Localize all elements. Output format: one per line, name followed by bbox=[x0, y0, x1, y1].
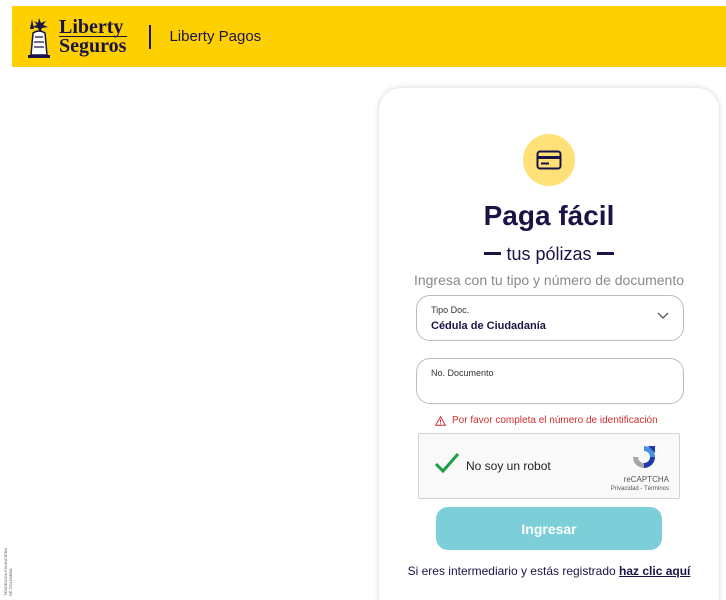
warning-icon bbox=[435, 415, 446, 426]
document-number-input[interactable] bbox=[430, 381, 670, 397]
header-divider bbox=[149, 24, 152, 49]
header-title: Liberty Pagos bbox=[169, 28, 262, 45]
dash-right bbox=[596, 251, 614, 255]
credit-card-icon bbox=[523, 134, 575, 186]
page-title: Paga fácil bbox=[483, 200, 615, 231]
intermediary-note: Si eres intermediario y estás registrado… bbox=[379, 564, 719, 578]
submit-button[interactable]: Ingresar bbox=[436, 507, 662, 550]
document-number-field[interactable]: No. Documento bbox=[416, 358, 684, 404]
document-type-label: Tipo Doc. bbox=[431, 305, 470, 315]
top-header: Liberty Seguros Liberty Pagos bbox=[12, 6, 726, 67]
validation-error: Por favor completa el número de identifi… bbox=[435, 415, 658, 426]
logo-text-seguros: Seguros bbox=[59, 35, 127, 57]
page-subtitle: tus pólizas bbox=[379, 244, 719, 265]
document-type-select[interactable]: Tipo Doc. Cédula de Ciudadanía bbox=[416, 295, 684, 341]
instructions-text: Ingresa con tu tipo y número de document… bbox=[413, 272, 685, 288]
intermediary-note-text: Si eres intermediario y estás registrado bbox=[407, 564, 620, 578]
recaptcha-widget[interactable]: No soy un robot reCAPTCHA Privacidad - T… bbox=[418, 433, 680, 499]
dash-left bbox=[484, 251, 502, 255]
recaptcha-label: No soy un robot bbox=[466, 459, 551, 473]
document-number-label: No. Documento bbox=[431, 368, 494, 378]
payment-login-card: Paga fácil tus pólizas Ingresa con tu ti… bbox=[379, 88, 719, 600]
subtitle-text: tus pólizas bbox=[506, 244, 592, 264]
chevron-down-icon bbox=[657, 312, 669, 319]
validation-error-text: Por favor completa el número de identifi… bbox=[452, 415, 658, 426]
recaptcha-brand: reCAPTCHA bbox=[623, 475, 669, 484]
regulator-note: TENDENCIA FINANCIERA DE COLOMBIA bbox=[3, 536, 13, 596]
checkmark-icon[interactable] bbox=[434, 452, 460, 474]
statue-of-liberty-icon bbox=[28, 17, 50, 58]
document-type-value: Cédula de Ciudadanía bbox=[431, 320, 546, 332]
recaptcha-links[interactable]: Privacidad - Términos bbox=[611, 486, 669, 492]
liberty-logo[interactable]: Liberty Seguros bbox=[22, 12, 128, 62]
recaptcha-logo-icon bbox=[633, 446, 655, 468]
intermediary-link[interactable]: haz clic aquí bbox=[619, 564, 690, 578]
regulator-note-line2: DE COLOMBIA bbox=[8, 568, 13, 596]
